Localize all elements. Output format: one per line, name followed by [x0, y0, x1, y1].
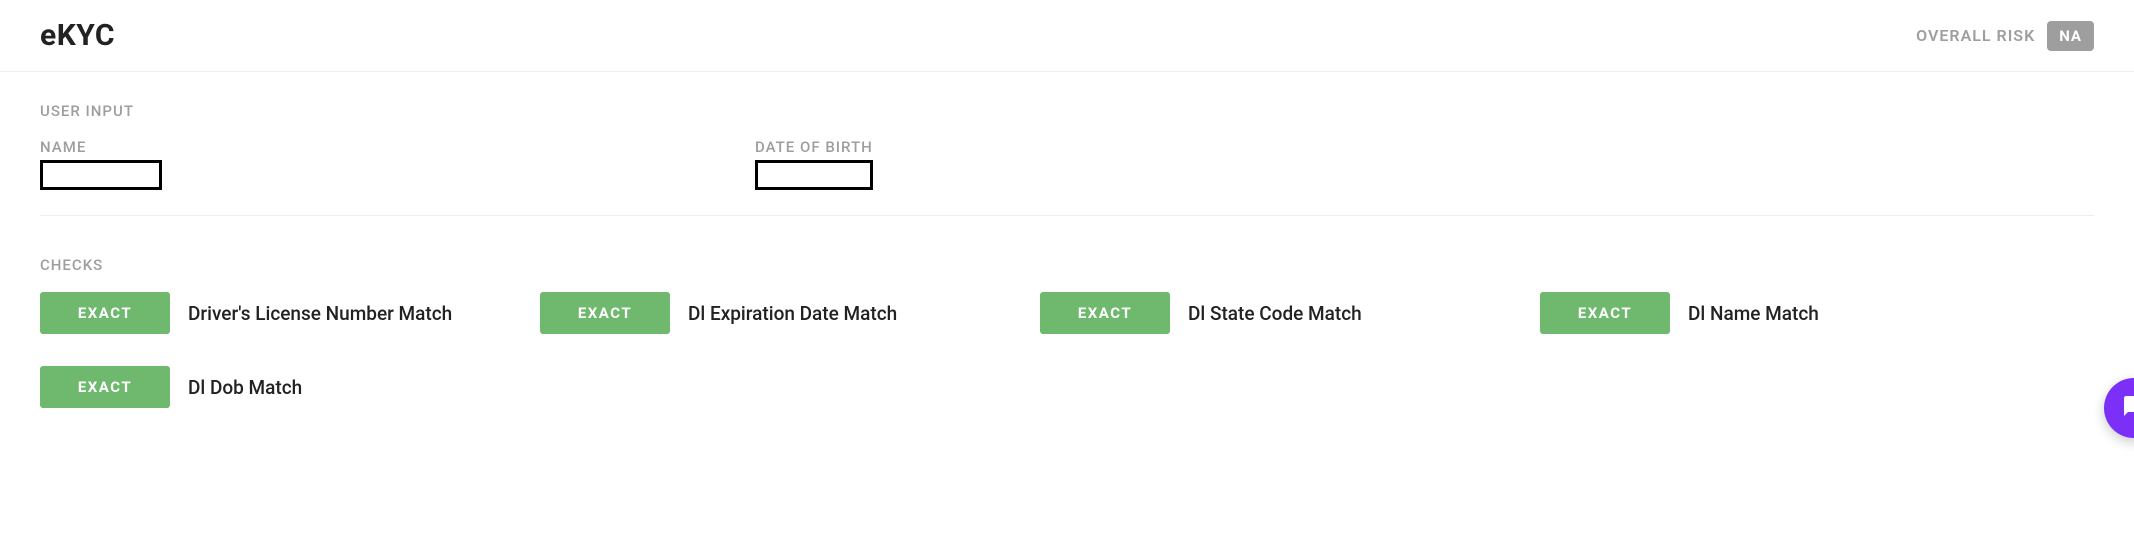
check-label: Dl State Code Match — [1188, 302, 1362, 325]
check-dl-number: EXACT Driver's License Number Match — [40, 292, 540, 334]
check-label: Driver's License Number Match — [188, 302, 452, 325]
status-badge-exact: EXACT — [40, 366, 170, 408]
header: eKYC OVERALL RISK NA — [0, 0, 2134, 72]
check-dl-expiration: EXACT Dl Expiration Date Match — [540, 292, 1040, 334]
check-dl-name: EXACT Dl Name Match — [1540, 292, 2040, 334]
risk-badge: NA — [2047, 21, 2094, 51]
check-label: Dl Expiration Date Match — [688, 302, 897, 325]
risk-label: OVERALL RISK — [1916, 26, 2035, 45]
status-badge-exact: EXACT — [40, 292, 170, 334]
checks-grid: EXACT Driver's License Number Match EXAC… — [40, 292, 2094, 408]
checks-section-title: CHECKS — [40, 256, 2094, 274]
field-dob: DATE OF BIRTH — [755, 138, 873, 190]
field-name-label: NAME — [40, 138, 755, 156]
check-dl-dob: EXACT Dl Dob Match — [40, 366, 540, 408]
field-dob-label: DATE OF BIRTH — [755, 138, 873, 156]
content: USER INPUT NAME DATE OF BIRTH CHECKS EXA… — [0, 72, 2134, 448]
status-badge-exact: EXACT — [1540, 292, 1670, 334]
check-label: Dl Name Match — [1688, 302, 1819, 325]
field-name: NAME — [40, 138, 755, 190]
user-input-row: NAME DATE OF BIRTH — [40, 138, 2094, 216]
check-label: Dl Dob Match — [188, 376, 302, 399]
field-dob-value-redacted — [755, 160, 873, 190]
user-input-section-title: USER INPUT — [40, 102, 2094, 120]
status-badge-exact: EXACT — [1040, 292, 1170, 334]
chat-icon — [2122, 394, 2134, 422]
status-badge-exact: EXACT — [540, 292, 670, 334]
page-title: eKYC — [40, 18, 115, 53]
check-dl-state: EXACT Dl State Code Match — [1040, 292, 1540, 334]
overall-risk: OVERALL RISK NA — [1916, 21, 2094, 51]
field-name-value-redacted — [40, 160, 162, 190]
